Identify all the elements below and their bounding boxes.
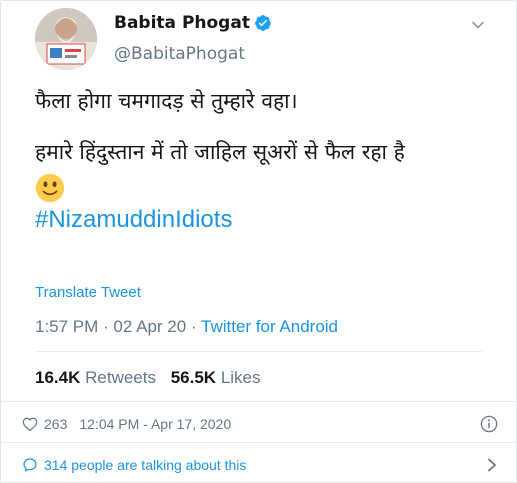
- engagement-stats: 16.4K Retweets 56.5K Likes: [35, 368, 261, 388]
- slightly-smiling-face-icon: [35, 173, 65, 203]
- tweet-text: फैला होगा चमगादड़ से तुम्हारे वहा। हमारे…: [35, 87, 505, 235]
- divider: [1, 442, 516, 443]
- embed-timestamp[interactable]: 12:04 PM - Apr 17, 2020: [79, 416, 231, 432]
- more-options-button[interactable]: [468, 15, 488, 35]
- like-button[interactable]: 263: [22, 416, 67, 432]
- tweet-timestamp[interactable]: 1:57 PM · 02 Apr 20 ·: [35, 317, 201, 336]
- tweet-text-line: हमारे हिंदुस्तान में तो जाहिल सूअरों से …: [35, 140, 405, 164]
- chevron-down-icon: [472, 21, 484, 29]
- conversation-label: 314 people are talking about this: [44, 457, 247, 473]
- info-icon: [480, 415, 498, 433]
- embed-like-count: 263: [44, 416, 68, 432]
- divider: [35, 351, 482, 352]
- divider: [1, 401, 516, 402]
- tweet-metadata: 1:57 PM · 02 Apr 20 · Twitter for Androi…: [35, 317, 338, 337]
- author-handle[interactable]: @BabitaPhogat: [114, 44, 245, 64]
- retweets-stat[interactable]: 16.4K Retweets: [35, 368, 156, 387]
- chevron-right-icon: [488, 458, 496, 472]
- speech-bubble-icon: [23, 458, 37, 472]
- like-label: Likes: [220, 368, 261, 387]
- retweet-label: Retweets: [85, 368, 156, 387]
- avatar[interactable]: [35, 8, 97, 70]
- likes-stat[interactable]: 56.5K Likes: [171, 368, 261, 387]
- retweet-count: 16.4K: [35, 368, 81, 387]
- heart-icon: [22, 417, 38, 432]
- embed-footer: 263 12:04 PM - Apr 17, 2020: [22, 414, 498, 434]
- avatar-image: [35, 8, 97, 70]
- author-name-text: Babita Phogat: [114, 13, 250, 33]
- translate-tweet-link[interactable]: Translate Tweet: [35, 284, 141, 301]
- author-name[interactable]: Babita Phogat: [114, 13, 272, 33]
- verified-badge-icon: [255, 15, 271, 31]
- hashtag-link[interactable]: #NizamuddinIdiots: [35, 205, 505, 235]
- tweet-embed-card: Babita Phogat @BabitaPhogat फैला होगा चम…: [0, 0, 517, 483]
- tweet-source-link[interactable]: Twitter for Android: [201, 317, 338, 336]
- info-button[interactable]: [480, 415, 498, 433]
- tweet-text-line: फैला होगा चमगादड़ से तुम्हारे वहा।: [35, 89, 298, 113]
- conversation-link[interactable]: 314 people are talking about this: [22, 455, 498, 475]
- like-count: 56.5K: [170, 368, 217, 387]
